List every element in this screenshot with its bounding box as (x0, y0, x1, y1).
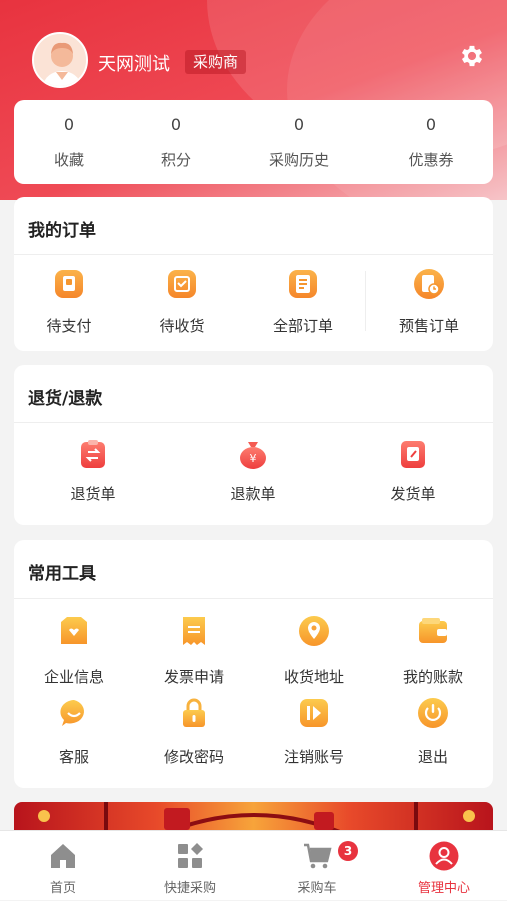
invoice-icon (183, 617, 205, 645)
tab-label: 首页 (49, 881, 76, 896)
shipping-note-icon (401, 441, 425, 468)
tool-label: 收货地址 (283, 668, 344, 686)
shipping-label: 发货单 (390, 485, 436, 503)
box-icon (168, 270, 196, 298)
stat-value: 0 (63, 115, 75, 134)
tab-quick-purchase[interactable]: 快捷采购 (127, 831, 253, 901)
tool-label: 客服 (58, 748, 89, 766)
clipboard-clock-icon (414, 269, 444, 299)
tab-label: 快捷采购 (163, 881, 216, 896)
chat-icon (60, 700, 85, 726)
gear-icon (461, 45, 483, 67)
tab-label: 采购车 (297, 881, 337, 896)
tool-change-password[interactable]: 修改密码 (139, 696, 249, 770)
tab-label: 管理中心 (417, 881, 470, 896)
avatar[interactable] (32, 32, 88, 88)
tool-company-info[interactable]: 企业信息 (19, 614, 129, 688)
tab-management-center[interactable]: 管理中心 (381, 831, 507, 901)
tab-home[interactable]: 首页 (0, 831, 126, 901)
tool-my-account[interactable]: 我的账款 (378, 614, 488, 688)
return-label: 退货单 (70, 485, 116, 503)
returns-card: 退货/退款 退货单 ¥ 退款单 发货单 (14, 365, 493, 525)
tool-label: 退出 (417, 748, 448, 766)
user-icon (429, 841, 459, 871)
tool-label: 发票申请 (163, 668, 224, 686)
stat-value: 0 (425, 115, 437, 134)
tools-card: 常用工具 企业信息 发票申请 收货地址 我的账款 客服 修改密码 注销账号 退出 (14, 540, 493, 788)
grid-icon (178, 843, 203, 868)
power-icon (418, 698, 448, 728)
cart-count-badge: 3 (338, 841, 358, 861)
stat-label: 收藏 (53, 151, 84, 169)
wallet-icon (55, 270, 83, 298)
tool-label: 注销账号 (283, 748, 344, 766)
bottom-tab-bar: 首页 快捷采购 采购车 管理中心 (0, 830, 507, 900)
tool-invoice[interactable]: 发票申请 (139, 614, 249, 688)
shop-icon (61, 617, 87, 644)
orders-title: 我的订单 (28, 221, 96, 241)
stat-value: 0 (170, 115, 182, 134)
location-icon (299, 616, 329, 646)
order-label: 待收货 (159, 317, 205, 335)
username: 天网测试 (98, 54, 170, 75)
refund-label: 退款单 (230, 485, 276, 503)
divider (14, 598, 493, 599)
tool-shipping-address[interactable]: 收货地址 (259, 614, 369, 688)
role-badge: 采购商 (185, 50, 247, 74)
divider (14, 254, 493, 255)
tool-cancel-account[interactable]: 注销账号 (259, 696, 369, 770)
order-label: 待支付 (46, 317, 92, 335)
order-pending-payment[interactable]: 待支付 (14, 267, 124, 347)
wallet-card-icon (419, 618, 447, 643)
stat-value: 0 (293, 115, 305, 134)
cancel-account-icon (300, 699, 328, 727)
tool-customer-service[interactable]: 客服 (19, 696, 129, 770)
order-pending-receipt[interactable]: 待收货 (127, 267, 237, 347)
order-presale[interactable]: 预售订单 (374, 267, 484, 347)
return-icon (81, 440, 105, 468)
refund-order[interactable]: ¥ 退款单 (198, 437, 308, 517)
document-icon (289, 270, 317, 298)
money-bag-icon: ¥ (240, 442, 266, 469)
orders-card: 我的订单 待支付 待收货 全部订单 预售订单 (14, 197, 493, 351)
order-all[interactable]: 全部订单 (248, 267, 358, 347)
order-label: 全部订单 (272, 317, 333, 335)
tool-label: 我的账款 (402, 668, 463, 686)
divider (14, 422, 493, 423)
tools-title: 常用工具 (28, 564, 96, 584)
divider (365, 271, 366, 331)
shipping-order[interactable]: 发货单 (358, 437, 468, 517)
stat-label: 积分 (160, 151, 191, 169)
tool-logout[interactable]: 退出 (378, 696, 488, 770)
tool-label: 企业信息 (43, 668, 104, 686)
stat-label: 优惠券 (408, 151, 454, 169)
returns-title: 退货/退款 (28, 389, 103, 409)
lock-icon (183, 698, 205, 727)
tool-label: 修改密码 (163, 748, 224, 766)
return-order[interactable]: 退货单 (38, 437, 148, 517)
cart-icon (304, 843, 332, 869)
stats-card: 0 收藏 0 积分 0 采购历史 0 优惠券 (14, 100, 493, 184)
home-icon (51, 844, 75, 868)
svg-text:¥: ¥ (250, 452, 257, 465)
settings-button[interactable] (458, 42, 486, 70)
order-label: 预售订单 (398, 317, 459, 335)
tab-cart[interactable]: 采购车 (254, 831, 380, 901)
stat-label: 采购历史 (268, 151, 329, 169)
